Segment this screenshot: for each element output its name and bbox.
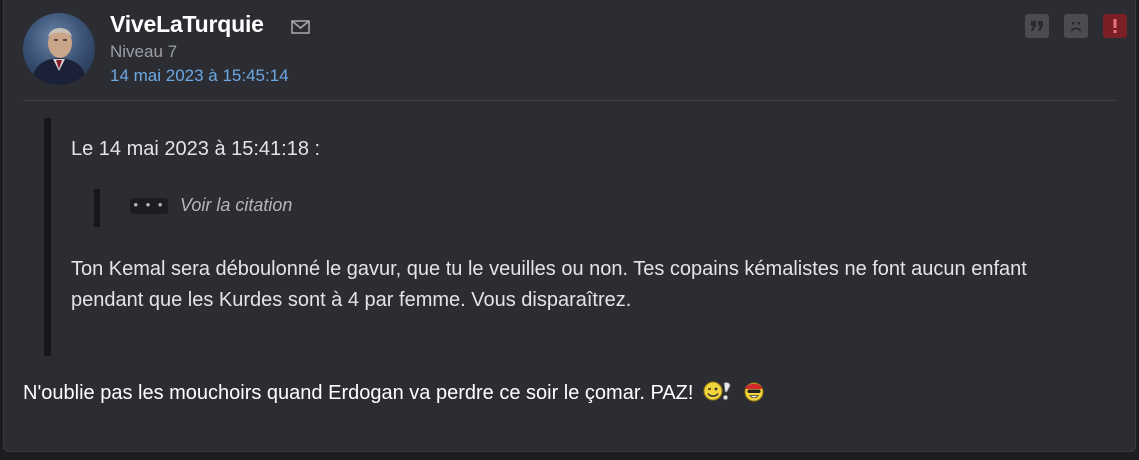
blockquote: Le 14 mai 2023 à 15:41:18 : • • • Voir l… (44, 118, 1111, 356)
forum-post: ViveLaTurquie Niveau 7 14 mai 2023 à 15:… (3, 0, 1136, 452)
post-actions (1025, 14, 1127, 38)
post-date-link[interactable]: 14 mai 2023 à 15:45:14 (110, 66, 289, 86)
exclamation-icon (1113, 19, 1117, 33)
post-message: N'oublie pas les mouchoirs quand Erdogan… (23, 380, 765, 405)
quote-button[interactable] (1025, 14, 1049, 38)
avatar-image (31, 28, 87, 85)
report-button[interactable] (1103, 14, 1127, 38)
avatar[interactable] (23, 13, 95, 85)
author-username[interactable]: ViveLaTurquie (110, 11, 264, 38)
show-quote-link[interactable]: Voir la citation (180, 195, 292, 216)
quote-icon (1031, 21, 1043, 31)
sad-face-icon (1070, 22, 1082, 32)
envelope-icon[interactable] (291, 20, 310, 34)
wink-smiley-icon (703, 381, 731, 401)
nested-blockquote: • • • Voir la citation (94, 189, 292, 227)
expand-quote-button[interactable]: • • • (130, 198, 168, 214)
ignore-user-button[interactable] (1064, 14, 1088, 38)
quote-header: Le 14 mai 2023 à 15:41:18 : (71, 138, 321, 160)
pirate-smiley-icon (744, 382, 764, 402)
header-divider (23, 100, 1116, 101)
author-level: Niveau 7 (110, 42, 178, 61)
message-text: N'oublie pas les mouchoirs quand Erdogan… (23, 382, 694, 404)
quote-body: Ton Kemal sera déboulonné le gavur, que … (71, 258, 1027, 311)
